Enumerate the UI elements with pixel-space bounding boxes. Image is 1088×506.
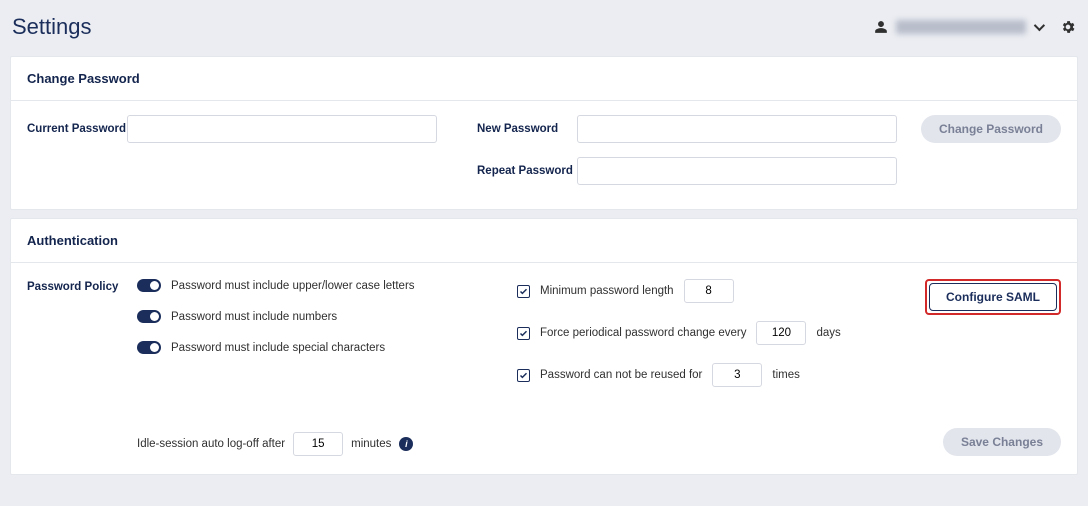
repeat-password-label: Repeat Password	[477, 165, 577, 177]
change-password-button[interactable]: Change Password	[921, 115, 1061, 143]
idle-session-label: Idle-session auto log-off after	[137, 438, 285, 450]
new-password-label: New Password	[477, 123, 577, 135]
force-change-input[interactable]	[756, 321, 806, 345]
change-password-panel: Change Password Current Password New Pas…	[10, 56, 1078, 210]
page-header: Settings	[0, 0, 1088, 54]
toggle-upper-lower[interactable]	[137, 279, 161, 292]
user-email-blurred	[896, 20, 1026, 34]
reuse-label: Password can not be reused for	[540, 369, 702, 381]
min-length-label: Minimum password length	[540, 285, 674, 297]
current-password-label: Current Password	[27, 123, 127, 135]
toggle-numbers[interactable]	[137, 310, 161, 323]
gear-icon[interactable]	[1060, 19, 1076, 35]
times-suffix: times	[772, 369, 799, 381]
configure-saml-highlight: Configure SAML	[925, 279, 1061, 315]
change-password-header: Change Password	[11, 57, 1077, 101]
policy-toggles-column: Password must include upper/lower case l…	[137, 279, 507, 456]
idle-minutes-suffix: minutes	[351, 438, 391, 450]
authentication-header: Authentication	[11, 219, 1077, 263]
user-menu[interactable]	[874, 19, 1076, 35]
repeat-password-input[interactable]	[577, 157, 897, 185]
checkbox-min-length[interactable]	[517, 285, 530, 298]
save-changes-button[interactable]: Save Changes	[943, 428, 1061, 456]
info-icon[interactable]: i	[399, 437, 413, 451]
force-change-label: Force periodical password change every	[540, 327, 746, 339]
checkbox-reuse[interactable]	[517, 369, 530, 382]
checkbox-force-change[interactable]	[517, 327, 530, 340]
toggle-upper-lower-label: Password must include upper/lower case l…	[171, 280, 415, 292]
page-title: Settings	[12, 14, 92, 40]
new-password-input[interactable]	[577, 115, 897, 143]
user-icon	[874, 20, 888, 34]
reuse-input[interactable]	[712, 363, 762, 387]
policy-checkbox-column: Minimum password length Force periodical…	[517, 279, 891, 456]
idle-session-input[interactable]	[293, 432, 343, 456]
password-policy-label: Password Policy	[27, 279, 127, 456]
toggle-special-label: Password must include special characters	[171, 342, 385, 354]
min-length-input[interactable]	[684, 279, 734, 303]
toggle-numbers-label: Password must include numbers	[171, 311, 337, 323]
toggle-special[interactable]	[137, 341, 161, 354]
days-suffix: days	[816, 327, 840, 339]
authentication-panel: Authentication Password Policy Password …	[10, 218, 1078, 475]
chevron-down-icon	[1034, 20, 1045, 31]
configure-saml-button[interactable]: Configure SAML	[929, 283, 1057, 311]
current-password-input[interactable]	[127, 115, 437, 143]
